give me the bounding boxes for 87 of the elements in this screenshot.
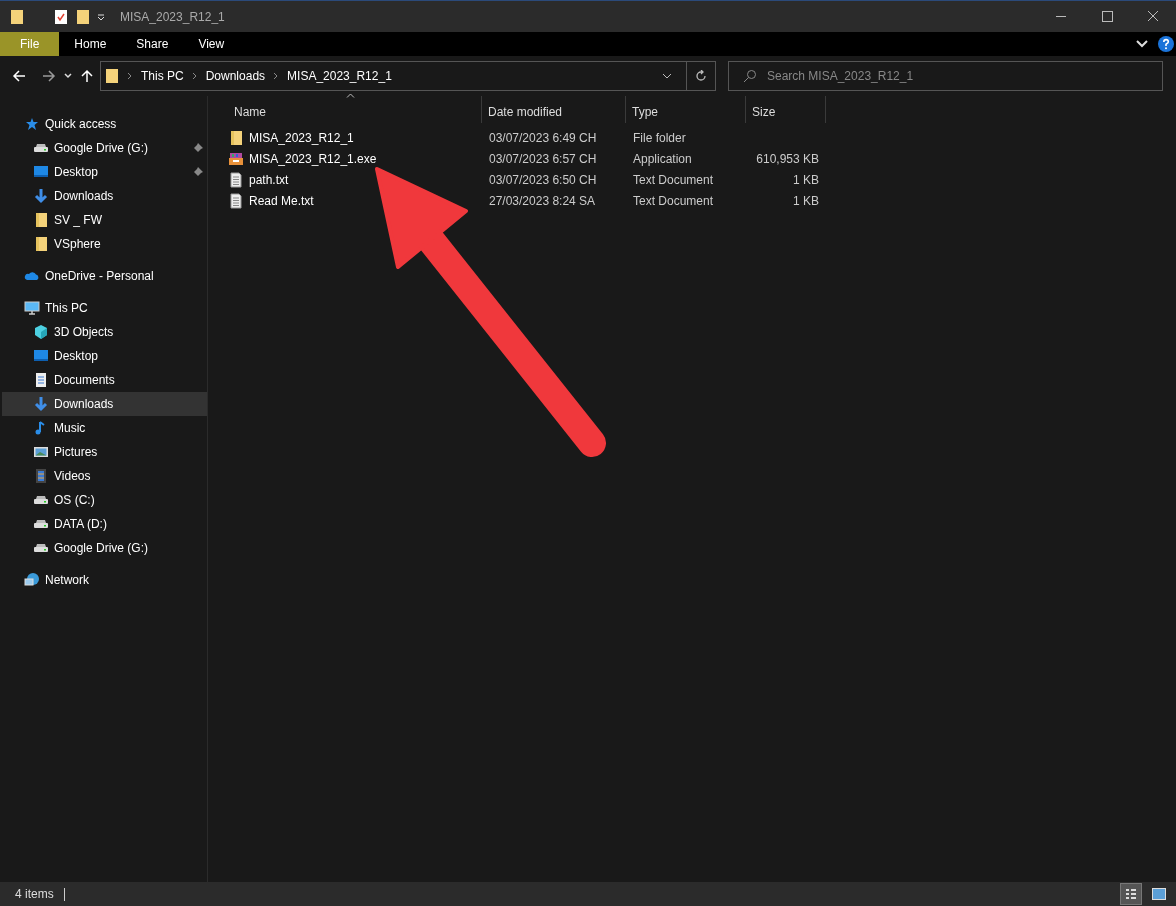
refresh-icon[interactable] xyxy=(695,70,707,82)
sidebar-item[interactable]: Documents xyxy=(2,368,207,392)
file-name[interactable]: Read Me.txt xyxy=(249,191,314,210)
chevron-right-icon xyxy=(127,72,133,80)
date-cell: 03/07/2023 6:50 CH xyxy=(489,172,597,187)
file-name[interactable]: MISA_2023_R12_1 xyxy=(249,128,354,147)
column-header[interactable]: Type xyxy=(626,96,746,123)
folder-icon xyxy=(33,236,49,252)
picture-icon xyxy=(1152,888,1166,900)
properties-icon[interactable] xyxy=(54,8,68,25)
column-header[interactable]: Date modified xyxy=(482,96,626,123)
date-cell: 03/07/2023 6:49 CH xyxy=(489,130,597,145)
sidebar-item[interactable]: Desktop xyxy=(2,160,207,184)
size-cell: 1 KB xyxy=(793,193,819,208)
folder-icon xyxy=(33,212,49,228)
collapse-ribbon-icon[interactable] xyxy=(1136,40,1148,48)
ribbon-tab[interactable]: Home xyxy=(59,32,122,56)
sidebar-item[interactable]: Network xyxy=(2,568,207,592)
sidebar-item[interactable]: VSphere xyxy=(2,232,207,256)
sidebar-item[interactable]: Google Drive (G:) xyxy=(2,536,207,560)
picture-icon xyxy=(33,444,49,460)
ribbon-tab[interactable]: Share xyxy=(121,32,184,56)
folder-icon[interactable] xyxy=(10,8,24,25)
details-view-button[interactable] xyxy=(1120,883,1142,905)
sidebar-item[interactable]: Downloads xyxy=(2,184,207,208)
type-cell: Text Document xyxy=(633,172,714,187)
desktop-icon xyxy=(33,348,49,364)
sidebar-item[interactable]: This PC xyxy=(2,296,207,320)
window-title: MISA_2023_R12_1 xyxy=(120,8,225,26)
sidebar-item[interactable]: Downloads xyxy=(2,392,207,416)
sidebar-item[interactable]: Desktop xyxy=(2,344,207,368)
column-header[interactable]: Size xyxy=(746,96,826,123)
help-icon[interactable] xyxy=(1158,36,1174,52)
sidebar-item[interactable]: 3D Objects xyxy=(2,320,207,344)
size-cell: 610,953 KB xyxy=(756,151,819,166)
date-cell: 27/03/2023 8:24 SA xyxy=(489,193,596,208)
column-header[interactable]: Name xyxy=(228,96,482,123)
search-field[interactable]: Search MISA_2023_R12_1 xyxy=(728,61,1163,91)
search-icon xyxy=(743,69,757,83)
date-cell: 03/07/2023 6:57 CH xyxy=(489,151,597,166)
ribbon-tab[interactable]: View xyxy=(183,32,240,56)
folder-icon[interactable] xyxy=(76,8,90,25)
type-cell: File folder xyxy=(633,130,686,145)
sidebar-item[interactable]: DATA (D:) xyxy=(2,512,207,536)
list-icon xyxy=(1125,888,1137,900)
sidebar-item[interactable]: Pictures xyxy=(2,440,207,464)
file-name[interactable]: path.txt xyxy=(249,170,289,189)
sidebar-item[interactable]: OneDrive - Personal xyxy=(2,264,207,288)
desktop-icon xyxy=(33,164,49,180)
sidebar-item[interactable]: SV _ FW xyxy=(2,208,207,232)
address-bar[interactable]: This PC Downloads MISA_2023_R12_1 xyxy=(100,61,716,91)
sort-ascending-icon xyxy=(346,93,355,98)
download-arrow-icon xyxy=(33,396,49,412)
application-icon xyxy=(228,150,244,167)
breadcrumb[interactable]: MISA_2023_R12_1 xyxy=(287,67,392,85)
sidebar-item[interactable]: Google Drive (G:) xyxy=(2,136,207,160)
chevron-right-icon xyxy=(191,72,198,80)
sidebar-item[interactable]: Videos xyxy=(2,464,207,488)
back-arrow-icon[interactable] xyxy=(12,69,26,83)
search-input[interactable]: Search MISA_2023_R12_1 xyxy=(767,67,1162,85)
text-file-icon xyxy=(228,171,244,188)
breadcrumb[interactable]: This PC xyxy=(141,67,184,85)
film-icon xyxy=(33,468,49,484)
sidebar-item[interactable]: Quick access xyxy=(2,112,207,136)
type-cell: Application xyxy=(633,151,692,166)
size-cell: 1 KB xyxy=(793,172,819,187)
item-count: 4 items xyxy=(15,886,54,903)
sidebar-item[interactable]: Music xyxy=(2,416,207,440)
star-icon xyxy=(24,116,40,132)
folder-icon xyxy=(105,68,119,84)
chevron-down-icon[interactable] xyxy=(662,73,672,79)
chevron-right-icon xyxy=(273,72,280,80)
network-icon xyxy=(24,572,40,588)
text-file-icon xyxy=(228,192,244,209)
chevron-down-icon[interactable] xyxy=(64,73,72,79)
download-arrow-icon xyxy=(33,188,49,204)
breadcrumb[interactable]: Downloads xyxy=(205,67,266,85)
dropdown-icon[interactable] xyxy=(96,11,106,22)
folder-icon xyxy=(228,129,244,146)
type-cell: Text Document xyxy=(633,193,714,208)
sidebar-item[interactable]: OS (C:) xyxy=(2,488,207,512)
document-icon xyxy=(33,372,49,388)
file-name[interactable]: MISA_2023_R12_1.exe xyxy=(249,149,377,168)
cube-icon xyxy=(33,324,49,340)
computer-icon xyxy=(24,300,40,316)
forward-arrow-icon[interactable] xyxy=(42,69,56,83)
up-arrow-icon[interactable] xyxy=(81,69,93,83)
